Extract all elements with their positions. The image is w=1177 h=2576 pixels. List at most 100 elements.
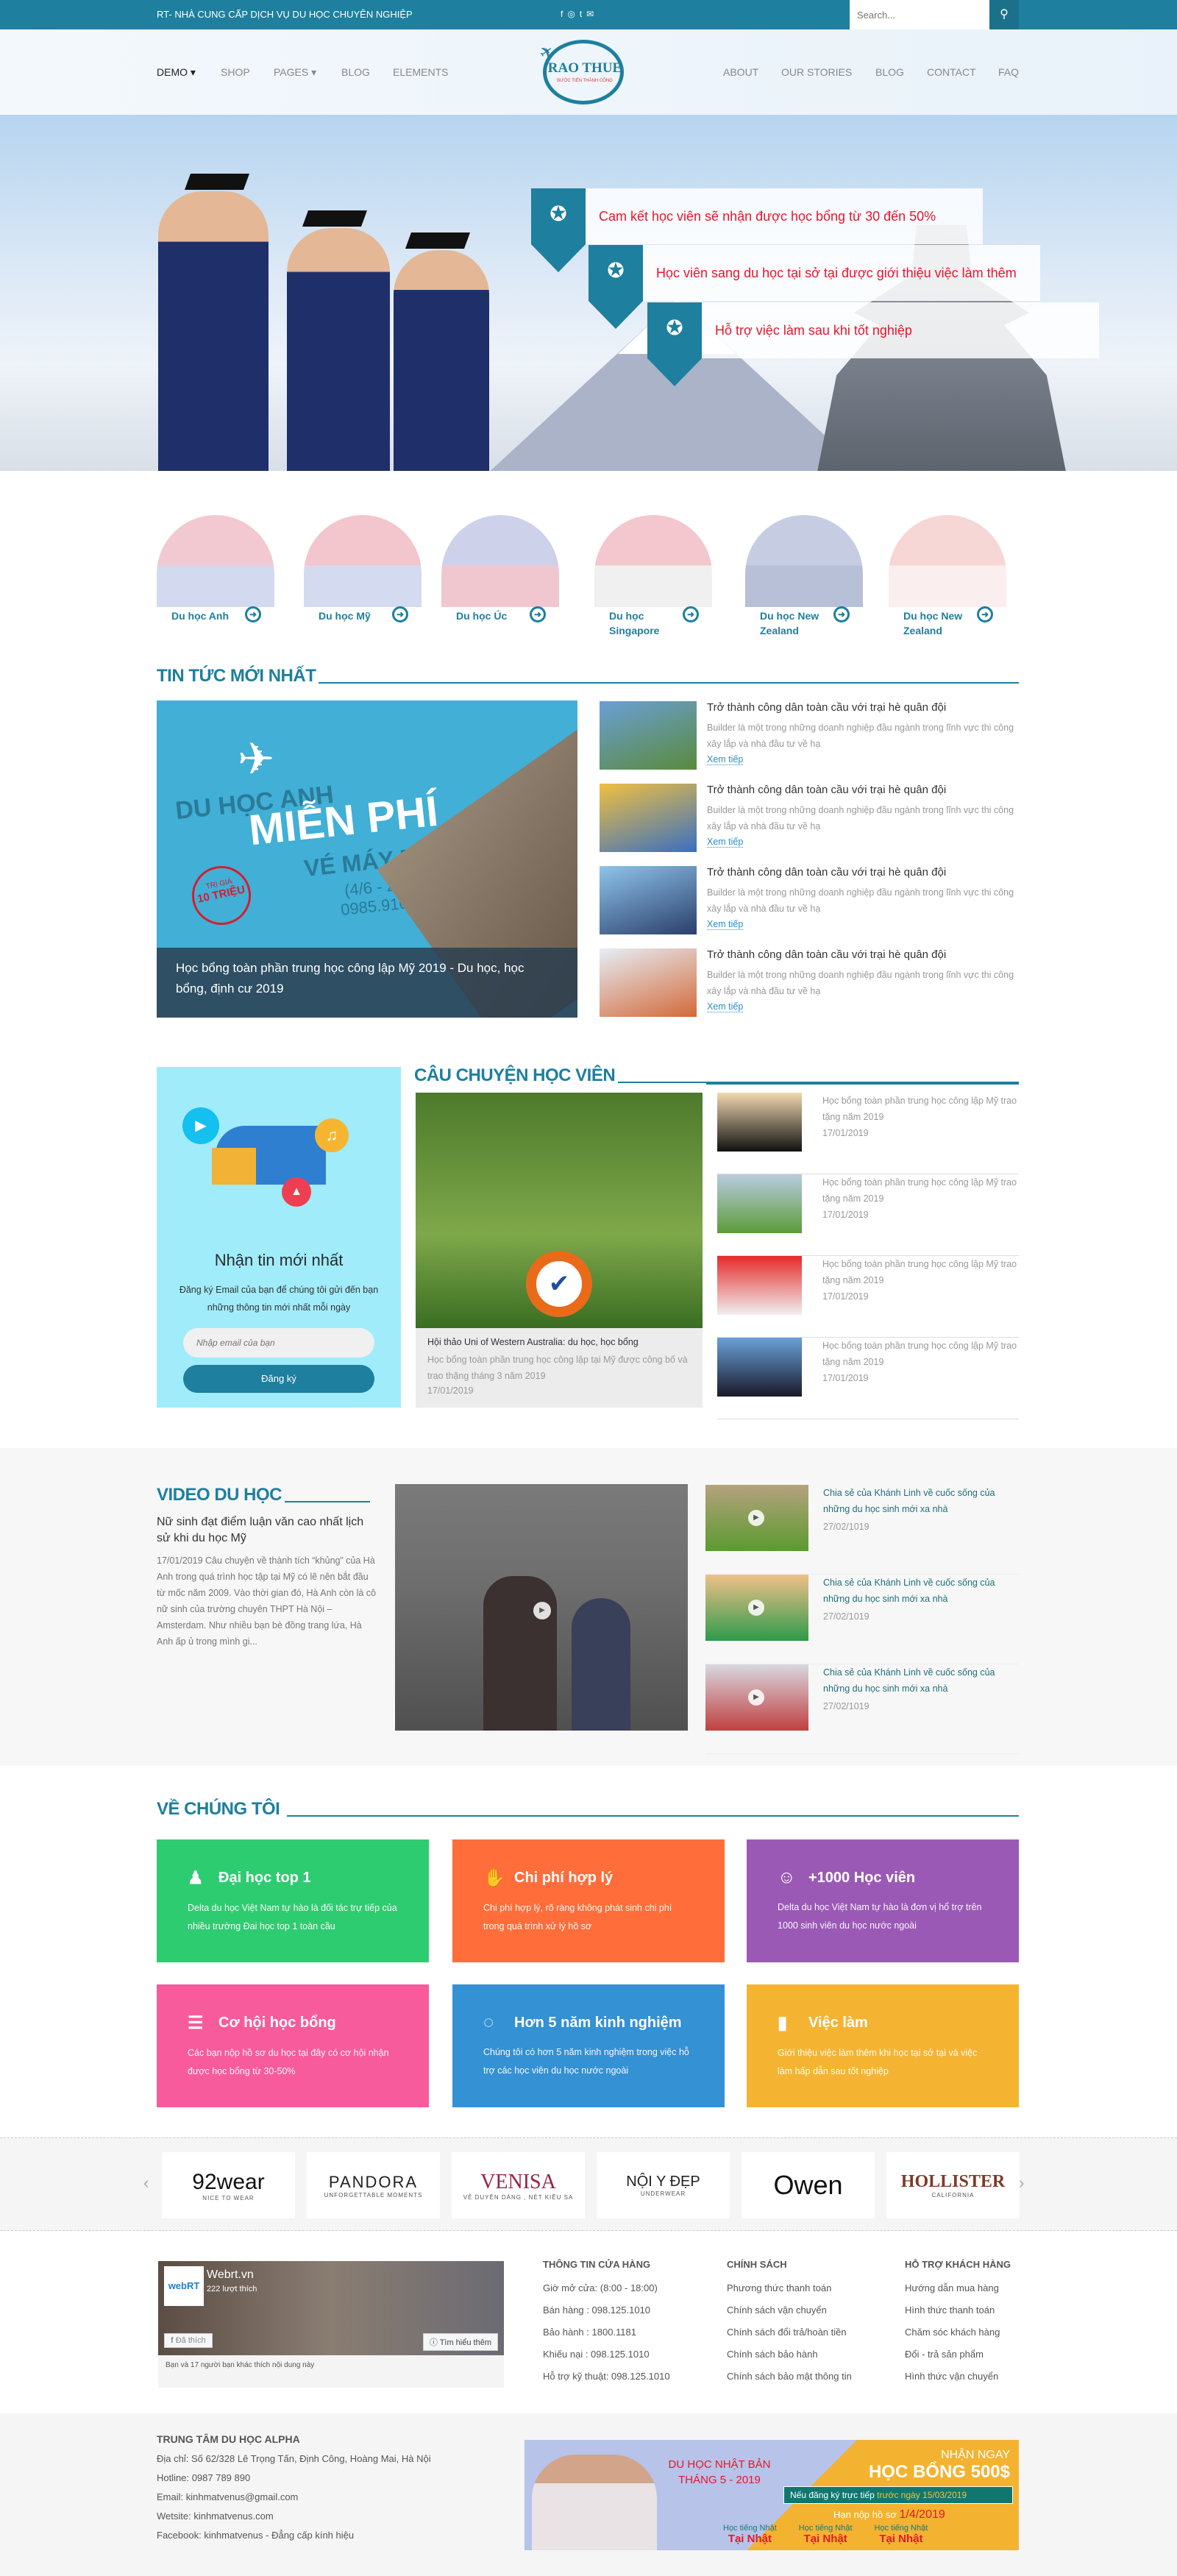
video-thumbnail[interactable]: ▶ [705, 1664, 808, 1731]
play-icon[interactable]: ▶ [748, 1689, 764, 1706]
nav-pages[interactable]: PAGES ▾ [274, 66, 316, 79]
story-thumbnail[interactable] [717, 1338, 802, 1397]
story-title[interactable]: Học bổng toàn phần trung học công lập Mỹ… [822, 1338, 1021, 1370]
featured-news-caption[interactable]: Học bổng toàn phần trung học công lập Mỹ… [157, 948, 577, 1018]
story-title[interactable]: Học bổng toàn phần trung học công lập Mỹ… [822, 1256, 1021, 1288]
search-button[interactable]: ⚲ [989, 0, 1019, 29]
story-thumbnail[interactable] [717, 1093, 802, 1152]
nav-demo[interactable]: DEMO ▾ [157, 66, 196, 79]
arrow-right-icon[interactable]: ➜ [530, 606, 546, 622]
brand-logo[interactable]: VENISA VẺ DUYÊN DÁNG , NÉT KIỀU SA [452, 2152, 585, 2218]
play-icon[interactable]: ▶ [533, 1602, 551, 1619]
facebook-page-name[interactable]: Webrt.vn [207, 2268, 254, 2282]
news-item[interactable]: Trở thành công dân toàn cầu với trại hè … [600, 866, 1019, 940]
footer-link[interactable]: Chính sách đổi trả/hoàn tiền [727, 2327, 852, 2338]
video-item[interactable]: ▶ Chia sẻ của Khánh Linh về cuốc sống của… [705, 1664, 1019, 1754]
email-input[interactable] [183, 1328, 374, 1358]
brand-logo[interactable]: PANDORA UNFORGETTABLE MOMENTS [307, 2152, 440, 2218]
video-thumbnail[interactable]: ▶ [705, 1485, 808, 1551]
video-title[interactable]: Chia sẻ của Khánh Linh về cuốc sống của … [823, 1485, 1022, 1517]
arrow-right-icon[interactable]: ➜ [683, 606, 699, 622]
footer-link[interactable]: Hình thức vận chuyển [905, 2371, 1011, 2382]
story-thumbnail[interactable] [717, 1256, 802, 1315]
subscribe-button[interactable]: Đăng ký [183, 1365, 374, 1393]
carousel-next-icon[interactable]: › [1019, 2174, 1024, 2193]
logo[interactable]: ✈ RAO THUE BƯỚC TIẾN THÀNH CÔNG [528, 38, 636, 106]
news-item[interactable]: Trở thành công dân toàn cầu với trại hè … [600, 948, 1019, 1022]
story-item[interactable]: Học bổng toàn phần trung học công lập Mỹ… [717, 1174, 1019, 1256]
nav-faq[interactable]: FAQ [998, 66, 1019, 78]
play-icon[interactable]: ▶ [748, 1600, 764, 1616]
footer-link[interactable]: Hướng dẫn mua hàng [905, 2282, 1011, 2293]
arrow-right-icon[interactable]: ➜ [977, 606, 993, 622]
play-icon[interactable]: ▶ [748, 1510, 764, 1526]
news-thumbnail[interactable] [600, 784, 697, 852]
facebook-icon[interactable]: f [561, 9, 563, 19]
arrow-right-icon[interactable]: ➜ [392, 606, 408, 622]
footer-link[interactable]: Hình thức thanh toán [905, 2304, 1011, 2316]
news-title[interactable]: Trở thành công dân toàn cầu với trại hè … [707, 784, 946, 796]
country-link[interactable]: Du học Mỹ ➜ [304, 515, 425, 622]
story-title[interactable]: Học bổng toàn phần trung học công lập Mỹ… [822, 1174, 1021, 1207]
brand-logo[interactable]: HOLLISTER CALIFORNIA [886, 2152, 1020, 2218]
news-item[interactable]: Trở thành công dân toàn cầu với trại hè … [600, 784, 1019, 857]
nav-our-stories[interactable]: OUR STORIES [781, 66, 852, 78]
news-title[interactable]: Trở thành công dân toàn cầu với trại hè … [707, 701, 946, 714]
featured-story[interactable]: ✔ Hội thảo Uni of Western Australia: du … [416, 1093, 703, 1408]
news-thumbnail[interactable] [600, 948, 697, 1017]
video-item[interactable]: ▶ Chia sẻ của Khánh Linh về cuốc sống của… [705, 1485, 1019, 1575]
nav-shop[interactable]: SHOP [221, 66, 250, 78]
country-link[interactable]: Du học New Zealand ➜ [889, 515, 1010, 636]
country-link[interactable]: Du học Singapore ➜ [594, 515, 716, 636]
footer-link[interactable]: Phương thức thanh toán [727, 2282, 852, 2293]
arrow-right-icon[interactable]: ➜ [245, 606, 261, 622]
carousel-prev-icon[interactable]: ‹ [143, 2174, 149, 2193]
footer-link[interactable]: Chính sách vận chuyển [727, 2304, 852, 2316]
video-title[interactable]: Chia sẻ của Khánh Linh về cuốc sống của … [823, 1575, 1022, 1607]
news-title[interactable]: Trở thành công dân toàn cầu với trại hè … [707, 866, 946, 879]
news-thumbnail[interactable] [600, 866, 697, 934]
nav-contact[interactable]: CONTACT [927, 66, 976, 78]
video-title[interactable]: Chia sẻ của Khánh Linh về cuốc sống của … [823, 1664, 1022, 1697]
nav-about[interactable]: ABOUT [723, 66, 758, 78]
story-item[interactable]: Học bổng toàn phần trung học công lập Mỹ… [717, 1093, 1019, 1174]
email-icon[interactable]: ✉ [586, 9, 594, 19]
video-item[interactable]: ▶ Chia sẻ của Khánh Linh về cuốc sống của… [705, 1575, 1019, 1664]
brand-logo[interactable]: NỘI Y ĐẸP UNDERWEAR [597, 2152, 730, 2218]
read-more-link[interactable]: Xem tiếp [707, 919, 744, 930]
video-player[interactable]: ▶ [395, 1484, 688, 1731]
read-more-link[interactable]: Xem tiếp [707, 837, 744, 848]
brand-logo[interactable]: Owen [742, 2152, 875, 2218]
footer-link[interactable]: Chính sách bảo mật thông tin [727, 2371, 852, 2382]
story-title[interactable]: Học bổng toàn phần trung học công lập Mỹ… [822, 1093, 1021, 1125]
footer-link[interactable]: Chăm sóc khách hàng [905, 2327, 1011, 2338]
nav-elements[interactable]: ELEMENTS [393, 66, 448, 78]
video-thumbnail[interactable]: ▶ [705, 1575, 808, 1641]
story-thumbnail[interactable] [717, 1174, 802, 1233]
news-title[interactable]: Trở thành công dân toàn cầu với trại hè … [707, 948, 946, 961]
news-item[interactable]: Trở thành công dân toàn cầu với trại hè … [600, 701, 1019, 775]
brand-logo[interactable]: 92wear NICE TO WEAR [162, 2152, 295, 2218]
story-item[interactable]: Học bổng toàn phần trung học công lập Mỹ… [717, 1338, 1019, 1419]
featured-news[interactable]: ✈ DU HỌC ANH MIỄN PHÍ VÉ MÁY BAY (4/6 - … [157, 700, 577, 1018]
country-link[interactable]: Du học New Zealand ➜ [745, 515, 867, 636]
learn-more-button[interactable]: ⓘ Tìm hiểu thêm [422, 2333, 498, 2351]
liked-button[interactable]: f Đã thích [164, 2333, 213, 2348]
footer-link[interactable]: Chính sách bảo hành [727, 2349, 852, 2360]
story-image: ✔ [416, 1093, 703, 1328]
story-item[interactable]: Học bổng toàn phần trung học công lập Mỹ… [717, 1256, 1019, 1338]
footer-link[interactable]: Đổi - trả sản phẩm [905, 2349, 1011, 2360]
instagram-icon[interactable]: ◎ [567, 9, 575, 19]
search-input[interactable] [850, 0, 989, 29]
country-link[interactable]: Du học Úc ➜ [441, 515, 563, 622]
news-thumbnail[interactable] [600, 701, 697, 770]
nav-blog-right[interactable]: BLOG [875, 66, 904, 78]
nav-blog[interactable]: BLOG [341, 66, 370, 78]
video-headline[interactable]: Nữ sinh đạt điểm luận văn cao nhất lịch … [157, 1514, 377, 1547]
read-more-link[interactable]: Xem tiếp [707, 1001, 744, 1012]
read-more-link[interactable]: Xem tiếp [707, 754, 744, 765]
twitter-icon[interactable]: t [580, 9, 582, 19]
japan-study-banner[interactable]: DU HỌC NHẬT BẢN THÁNG 5 - 2019 NHẬN NGAY … [525, 2440, 1019, 2550]
country-link[interactable]: Du học Anh ➜ [157, 515, 278, 622]
arrow-right-icon[interactable]: ➜ [833, 606, 850, 622]
